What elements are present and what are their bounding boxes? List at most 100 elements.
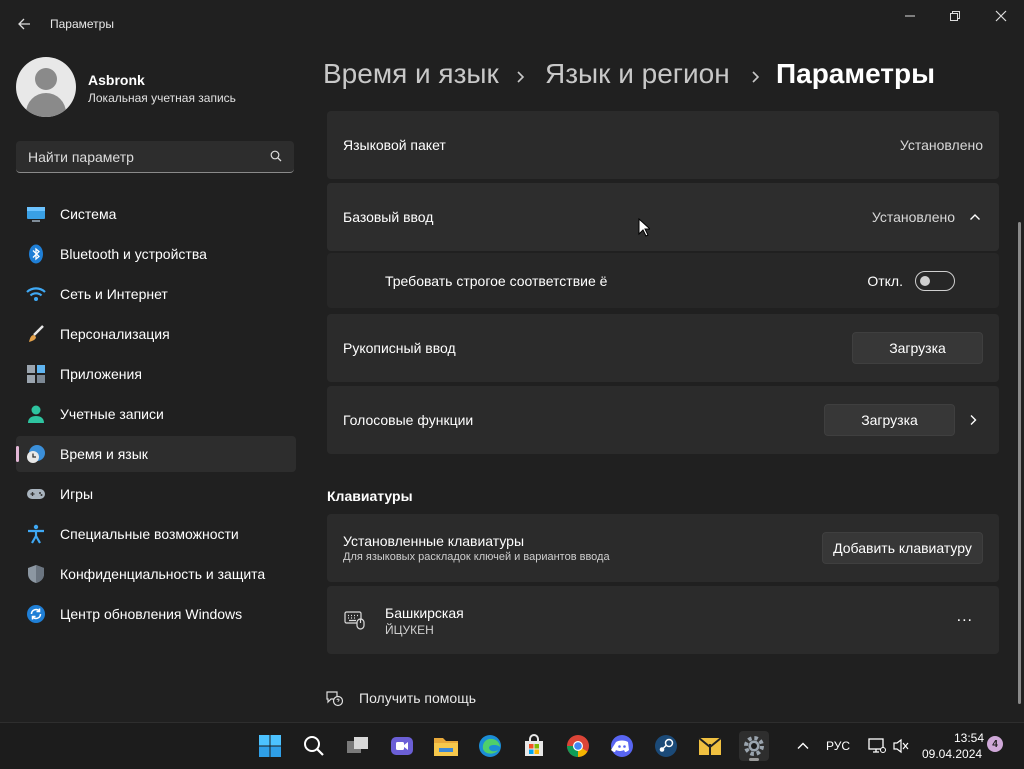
minimize-icon xyxy=(905,15,915,17)
store-button[interactable] xyxy=(519,731,549,761)
sidebar-item-label: Bluetooth и устройства xyxy=(60,246,207,262)
page-title: Параметры xyxy=(776,58,936,89)
archiver-icon xyxy=(698,737,722,755)
brush-icon xyxy=(29,325,44,342)
store-icon xyxy=(525,734,543,756)
search-icon xyxy=(304,736,324,756)
steam-button[interactable] xyxy=(651,731,681,761)
more-options-button[interactable]: ... xyxy=(957,608,973,626)
sidebar-item-label: Учетные записи xyxy=(60,406,164,422)
keyboards-section-title: Клавиатуры xyxy=(327,488,413,504)
start-icon xyxy=(259,735,281,757)
add-keyboard-button[interactable]: Добавить клавиатуру xyxy=(822,532,983,564)
meet-button[interactable] xyxy=(387,731,417,761)
keyboard-item-card: Башкирская ЙЦУКЕН ... xyxy=(327,586,999,654)
search-icon[interactable] xyxy=(270,150,282,162)
sidebar-item-label: Специальные возможности xyxy=(60,526,239,542)
keyboard-layout: ЙЦУКЕН xyxy=(385,623,434,637)
strict-yo-card: Требовать строгое соответствие ё Откл. xyxy=(327,253,999,308)
update-icon xyxy=(27,605,45,623)
discord-button[interactable] xyxy=(607,731,637,761)
task-view-button[interactable] xyxy=(343,731,373,761)
mouse-cursor-icon xyxy=(638,218,650,237)
chevron-up-icon[interactable] xyxy=(969,211,981,223)
restore-button[interactable] xyxy=(932,0,978,32)
person-icon xyxy=(28,405,44,423)
clock-time[interactable]: 13:54 xyxy=(954,731,984,745)
speech-card[interactable]: Голосовые функции Загрузка xyxy=(327,386,999,454)
scrollbar[interactable] xyxy=(1018,222,1021,704)
apps-icon xyxy=(27,365,45,383)
chrome-button[interactable] xyxy=(563,731,593,761)
strict-yo-label: Требовать строгое соответствие ё xyxy=(385,273,608,289)
help-link-label: Получить помощь xyxy=(359,690,477,706)
sidebar-item-windows-update[interactable]: Центр обновления Windows xyxy=(16,596,296,632)
notification-count: 4 xyxy=(992,738,998,750)
language-pack-status: Установлено xyxy=(899,137,983,153)
settings-icon xyxy=(744,736,764,756)
volume-tray-button[interactable] xyxy=(886,731,916,761)
tray-overflow-button[interactable] xyxy=(788,731,818,761)
keyboard-icon xyxy=(344,611,365,630)
sidebar-item-label: Приложения xyxy=(60,366,142,382)
user-name: Asbronk xyxy=(88,72,145,88)
archiver-button[interactable] xyxy=(695,731,725,761)
window-title: Параметры xyxy=(50,17,114,31)
steam-icon xyxy=(655,735,677,757)
breadcrumb-language-region[interactable]: Язык и регион xyxy=(545,58,730,90)
clock-date[interactable]: 09.04.2024 xyxy=(922,747,982,761)
basic-typing-label: Базовый ввод xyxy=(343,209,434,225)
bluetooth-icon xyxy=(29,244,43,264)
keyboard-name: Башкирская xyxy=(385,605,464,621)
restore-icon xyxy=(950,11,960,21)
wifi-icon xyxy=(26,287,46,301)
sidebar-item-personalization[interactable]: Персонализация xyxy=(16,316,296,352)
sidebar-item-system[interactable]: Система xyxy=(16,196,296,232)
handwriting-download-button[interactable]: Загрузка xyxy=(852,332,983,364)
arrow-left-icon xyxy=(18,18,30,30)
sidebar-item-time-language[interactable]: Время и язык xyxy=(16,436,296,472)
help-link[interactable]: Получить помощь xyxy=(325,688,525,710)
input-language-indicator[interactable]: РУС xyxy=(826,739,850,753)
speech-label: Голосовые функции xyxy=(343,412,474,428)
start-button[interactable] xyxy=(255,731,285,761)
taskbar: РУС 13:54 09.04.2024 4 xyxy=(0,722,1024,769)
sidebar-item-label: Персонализация xyxy=(60,326,170,342)
active-app-indicator xyxy=(749,758,759,761)
accessibility-icon xyxy=(28,524,44,544)
breadcrumb-time-language[interactable]: Время и язык xyxy=(323,58,499,90)
edge-button[interactable] xyxy=(475,731,505,761)
search-input[interactable] xyxy=(26,147,260,167)
file-explorer-icon xyxy=(434,738,458,756)
handwriting-card: Рукописный ввод Загрузка xyxy=(327,314,999,382)
gamepad-icon xyxy=(27,489,45,499)
file-explorer-button[interactable] xyxy=(431,731,461,761)
taskbar-search-button[interactable] xyxy=(299,731,329,761)
sidebar-item-network[interactable]: Сеть и Интернет xyxy=(16,276,296,312)
sidebar-item-privacy[interactable]: Конфиденциальность и защита xyxy=(16,556,296,592)
installed-keyboards-title: Установленные клавиатуры xyxy=(343,533,525,549)
avatar[interactable] xyxy=(16,57,76,117)
sidebar-item-accounts[interactable]: Учетные записи xyxy=(16,396,296,432)
monitor-icon xyxy=(27,207,45,222)
settings-taskbar-button[interactable] xyxy=(739,731,769,761)
sidebar-item-apps[interactable]: Приложения xyxy=(16,356,296,392)
strict-yo-state: Откл. xyxy=(867,273,903,289)
basic-typing-card[interactable]: Базовый ввод Установлено xyxy=(327,183,999,251)
sidebar-item-accessibility[interactable]: Специальные возможности xyxy=(16,516,296,552)
minimize-button[interactable] xyxy=(887,0,933,32)
clock-globe-icon xyxy=(27,445,45,463)
active-indicator xyxy=(16,446,19,462)
task-view-icon xyxy=(347,737,368,753)
sidebar-item-gaming[interactable]: Игры xyxy=(16,476,296,512)
sidebar-item-bluetooth[interactable]: Bluetooth и устройства xyxy=(16,236,296,272)
title-bar: Параметры xyxy=(0,0,1024,48)
help-icon xyxy=(326,691,343,707)
close-button[interactable] xyxy=(978,0,1024,32)
speech-download-button[interactable]: Загрузка xyxy=(824,404,955,436)
notification-badge[interactable]: 4 xyxy=(987,736,1003,752)
edge-icon xyxy=(479,735,501,757)
strict-yo-toggle[interactable] xyxy=(915,271,955,291)
sidebar-item-label: Время и язык xyxy=(60,446,148,462)
back-button[interactable] xyxy=(8,8,40,40)
